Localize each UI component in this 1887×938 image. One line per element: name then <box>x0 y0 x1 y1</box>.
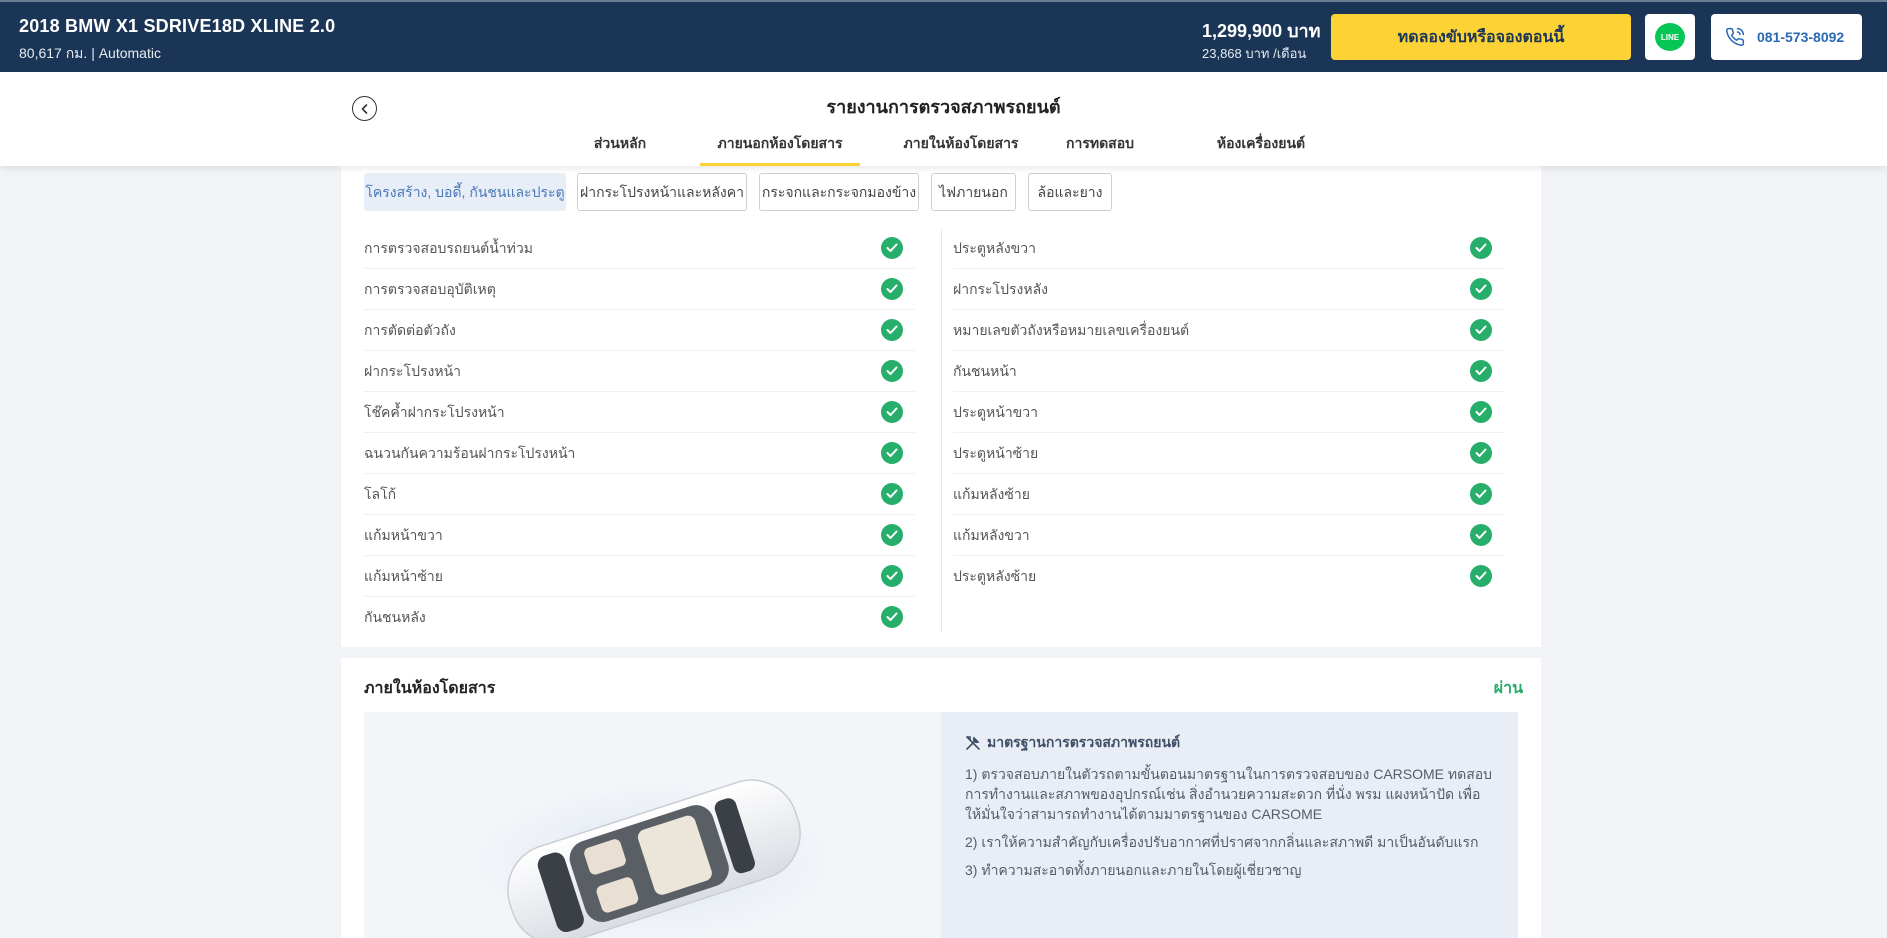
phone-icon <box>1726 27 1745 46</box>
check-circle-icon <box>1470 360 1492 382</box>
inspection-row: โช๊คค้ำฝากระโปรงหน้า <box>364 392 915 433</box>
inspection-item-label: กันชนหน้า <box>953 363 1017 379</box>
tab-testing[interactable]: การทดสอบ <box>1060 130 1140 166</box>
inspection-item-label: ฉนวนกันความร้อนฝากระโปรงหน้า <box>364 445 576 461</box>
check-circle-icon <box>881 278 903 300</box>
inspection-item-label: การตรวจสอบอุบัติเหตุ <box>364 281 496 297</box>
inspection-row: ฝากระโปรงหน้า <box>364 351 915 392</box>
section-title: ภายในห้องโดยสาร <box>364 680 496 697</box>
inspection-item-label: ประตูหลังซ้าย <box>953 568 1037 584</box>
inspection-row: กันชนหลัง <box>364 597 915 638</box>
inspection-list-right: ประตูหลังขวาฝากระโปรงหลังหมายเลขตัวถังหร… <box>953 228 1504 597</box>
interior-section-card: ภายในห้องโดยสาร ผ่าน มาตรฐานการตรวจสภาพร… <box>341 658 1541 938</box>
inspection-item-label: ฝากระโปรงหน้า <box>364 363 462 379</box>
inspection-list-left: การตรวจสอบรถยนต์น้ำท่วมการตรวจสอบอุบัติเ… <box>364 228 915 638</box>
inspection-item-label: โลโก้ <box>364 486 397 502</box>
check-circle-icon <box>881 565 903 587</box>
inspection-item-label: การตัดต่อตัวถัง <box>364 322 456 338</box>
inspection-row: แก้มหน้าซ้าย <box>364 556 915 597</box>
check-circle-icon <box>1470 319 1492 341</box>
column-divider <box>941 230 942 632</box>
inspection-item-label: แก้มหลังซ้าย <box>953 486 1030 502</box>
check-circle-icon <box>881 319 903 341</box>
inspection-row: หมายเลขตัวถังหรือหมายเลขเครื่องยนต์ <box>953 310 1504 351</box>
top-bar: 2018 BMW X1 SDRIVE18D XLINE 2.0 80,617 ก… <box>0 0 1887 72</box>
status-badge: ผ่าน <box>1493 680 1523 697</box>
test-drive-book-button[interactable]: ทดลองขับหรือจองตอนนี้ <box>1331 14 1631 60</box>
phone-button[interactable]: 081-573-8092 <box>1711 14 1862 60</box>
tab-engine-bay[interactable]: ห้องเครื่องยนต์ <box>1208 130 1314 166</box>
inspection-item-label: แก้มหน้าซ้าย <box>364 568 443 584</box>
inspection-item-label: ฝากระโปรงหลัง <box>953 281 1048 297</box>
inspection-item-label: ประตูหน้าซ้าย <box>953 445 1039 461</box>
inspection-row: ฉนวนกันความร้อนฝากระโปรงหน้า <box>364 433 915 474</box>
check-circle-icon <box>1470 278 1492 300</box>
inspection-row: การตัดต่อตัวถัง <box>364 310 915 351</box>
standard-heading: มาตรฐานการตรวจสภาพรถยนต์ <box>965 732 1494 754</box>
check-circle-icon <box>881 237 903 259</box>
phone-number: 081-573-8092 <box>1757 29 1845 45</box>
inspection-item-label: หมายเลขตัวถังหรือหมายเลขเครื่องยนต์ <box>953 322 1190 338</box>
tab-main[interactable]: ส่วนหลัก <box>590 130 650 166</box>
check-circle-icon <box>1470 442 1492 464</box>
chip-exterior-lights[interactable]: ไฟภายนอก <box>931 173 1016 211</box>
inspection-item-label: ประตูหลังขวา <box>953 240 1036 256</box>
report-header: รายงานการตรวจสภาพรถยนต์ ส่วนหลัก ภายนอกห… <box>0 72 1887 166</box>
inspection-item-label: กันชนหลัง <box>364 609 426 625</box>
monthly-price: 23,868 บาท /เดือน <box>1202 46 1307 61</box>
inspection-row: ฝากระโปรงหลัง <box>953 269 1504 310</box>
standard-title: มาตรฐานการตรวจสภาพรถยนต์ <box>987 734 1181 750</box>
report-tabs: ส่วนหลัก ภายนอกห้องโดยสาร ภายในห้องโดยสา… <box>0 130 1887 166</box>
chip-hood-roof[interactable]: ฝากระโปรงหน้าและหลังคา <box>577 173 747 211</box>
check-circle-icon <box>1470 565 1492 587</box>
car-mileage-transmission: 80,617 กม. | Automatic <box>19 45 161 61</box>
check-circle-icon <box>1470 237 1492 259</box>
chip-wheels-tires[interactable]: ล้อและยาง <box>1028 173 1112 211</box>
inspection-row: ประตูหน้าซ้าย <box>953 433 1504 474</box>
exterior-inspection-card: โครงสร้าง, บอดี้, กันชนและประตู ฝากระโปร… <box>341 166 1541 647</box>
inspection-row: กันชนหน้า <box>953 351 1504 392</box>
inspection-row: การตรวจสอบรถยนต์น้ำท่วม <box>364 228 915 269</box>
tab-exterior[interactable]: ภายนอกห้องโดยสาร <box>700 130 860 166</box>
inspection-row: แก้มหลังซ้าย <box>953 474 1504 515</box>
chip-structure-body[interactable]: โครงสร้าง, บอดี้, กันชนและประตู <box>364 173 566 211</box>
car-title: 2018 BMW X1 SDRIVE18D XLINE 2.0 <box>19 16 336 36</box>
inspection-item-label: การตรวจสอบรถยนต์น้ำท่วม <box>364 240 533 256</box>
car-image-panel <box>364 712 941 938</box>
tab-interior[interactable]: ภายในห้องโดยสาร <box>880 130 1042 166</box>
check-circle-icon <box>881 360 903 382</box>
standard-point-1: 1) ตรวจสอบภายในตัวรถตามขั้นตอนมาตรฐานในก… <box>965 766 1493 822</box>
check-circle-icon <box>881 401 903 423</box>
inspection-standard-panel: มาตรฐานการตรวจสภาพรถยนต์ 1) ตรวจสอบภายใน… <box>941 712 1518 938</box>
standard-point-3: 3) ทำความสะอาดทั้งภายนอกและภายในโดยผู้เช… <box>965 862 1302 878</box>
inspection-row: การตรวจสอบอุบัติเหตุ <box>364 269 915 310</box>
inspection-row: โลโก้ <box>364 474 915 515</box>
inspection-row: แก้มหน้าขวา <box>364 515 915 556</box>
check-circle-icon <box>1470 401 1492 423</box>
inspection-item-label: ประตูหน้าขวา <box>953 404 1038 420</box>
check-circle-icon <box>1470 483 1492 505</box>
inspection-row: ประตูหลังซ้าย <box>953 556 1504 597</box>
inspection-row: ประตูหน้าขวา <box>953 392 1504 433</box>
car-top-view-image <box>474 779 834 938</box>
report-title: รายงานการตรวจสภาพรถยนต์ <box>826 97 1061 117</box>
check-circle-icon <box>1470 524 1492 546</box>
inspection-item-label: โช๊คค้ำฝากระโปรงหน้า <box>364 404 505 420</box>
tools-icon <box>966 736 980 750</box>
check-circle-icon <box>881 606 903 628</box>
line-button[interactable]: LINE <box>1645 14 1695 60</box>
line-icon: LINE <box>1655 23 1685 51</box>
inspection-row: แก้มหลังขวา <box>953 515 1504 556</box>
check-circle-icon <box>881 483 903 505</box>
chip-glass-mirrors[interactable]: กระจกและกระจกมองข้าง <box>759 173 919 211</box>
car-price: 1,299,900 บาท <box>1202 21 1321 41</box>
inspection-item-label: แก้มหลังขวา <box>953 527 1030 543</box>
standard-point-2: 2) เราให้ความสำคัญกับเครื่องปรับอากาศที่… <box>965 834 1479 850</box>
check-circle-icon <box>881 442 903 464</box>
inspection-row: ประตูหลังขวา <box>953 228 1504 269</box>
inspection-item-label: แก้มหน้าขวา <box>364 527 443 543</box>
check-circle-icon <box>881 524 903 546</box>
